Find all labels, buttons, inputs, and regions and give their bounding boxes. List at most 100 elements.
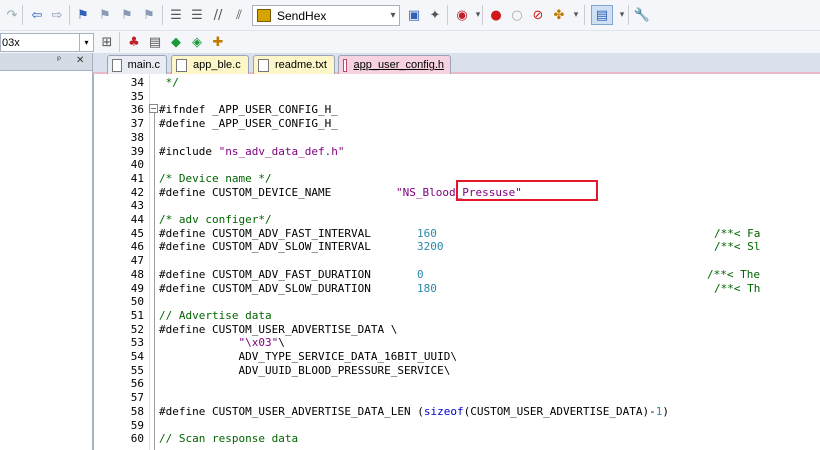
code-token: (CUSTOM_USER_ADVERTISE_DATA)- <box>463 404 656 418</box>
code-token: // Scan response data <box>159 432 299 446</box>
next-bookmark-icon[interactable]: ⚑ <box>117 5 137 25</box>
code-token: #include <box>159 144 219 158</box>
tab-readme-txt[interactable]: readme.txt <box>253 55 335 74</box>
indent-icon[interactable]: ☰ <box>166 5 186 25</box>
line-number: 45 <box>130 226 144 240</box>
code-token: \ <box>278 336 285 350</box>
macro-value: 160 <box>417 226 437 240</box>
tools-wrench-icon[interactable]: 🔧 <box>632 5 652 25</box>
configure-icon[interactable]: ✦ <box>425 5 445 25</box>
target-dropdown-icon: ▾ <box>79 34 93 51</box>
target-select[interactable]: 03x ▾ <box>0 33 94 52</box>
code-line[interactable]: 48 #define CUSTOM_ADV_FAST_DURATION 0 /**< … <box>94 268 820 282</box>
breakpoint-icon[interactable]: ● <box>486 5 506 25</box>
manage-project-icon[interactable]: ▤ <box>145 32 165 52</box>
code-line[interactable]: 38 <box>94 131 820 145</box>
tab-app-user-config-h[interactable]: app_user_config.h <box>338 55 451 74</box>
kill-breakpoints-icon[interactable]: ⊘ <box>528 5 548 25</box>
highlight-annotation-box <box>456 180 598 201</box>
send-combo[interactable]: SendHex <box>252 5 400 26</box>
code-line[interactable]: 57 <box>94 391 820 405</box>
code-token: ) <box>662 404 669 418</box>
code-line[interactable]: 50 <box>94 295 820 309</box>
line-number: 34 <box>130 76 144 89</box>
pack-installer-icon[interactable]: ♣ <box>124 32 144 52</box>
code-line[interactable]: 35 <box>94 90 820 104</box>
code-token: "ns_adv_data_def.h" <box>218 144 345 158</box>
line-number: 40 <box>130 158 144 172</box>
comment-icon[interactable]: // <box>208 5 228 25</box>
code-line[interactable]: 55 ADV_UUID_BLOOD_PRESSURE_SERVICE\ <box>94 364 820 378</box>
code-text: // Scan response data <box>159 432 298 446</box>
uncomment-icon[interactable]: ⫽ <box>229 5 249 25</box>
clear-bookmarks-icon[interactable]: ⚑ <box>139 5 159 25</box>
manage-components-icon[interactable]: ✚ <box>208 32 228 52</box>
code-line[interactable]: 53 "\x03"\ <box>94 336 820 350</box>
code-line[interactable]: 56 <box>94 377 820 391</box>
navigate-forward-icon[interactable]: ⇨ <box>47 5 67 25</box>
editor-tabs: main.c app_ble.c readme.txt app_user_con… <box>93 53 820 74</box>
navigate-back-icon[interactable]: ⇦ <box>27 5 47 25</box>
trace-dropdown-icon[interactable]: ▾ <box>566 5 586 25</box>
code-line[interactable]: 51 // Advertise data <box>94 309 820 323</box>
file-icon <box>112 58 122 72</box>
code-line[interactable]: 60 // Scan response data <box>94 432 820 446</box>
line-number: 49 <box>130 281 144 295</box>
ide-window: ↷ ⇦ ⇨ ⚑ ⚑ ⚑ ⚑ ☰ ☰ // ⫽ SendHex ▾ ▣ ✦ ◉ ▾… <box>0 0 820 450</box>
code-line[interactable]: 58 #define CUSTOM_USER_ADVERTISE_DATA_LEN… <box>94 405 820 419</box>
code-text: ADV_UUID_BLOOD_PRESSURE_SERVICE\ <box>159 364 450 378</box>
code-line[interactable]: 45 #define CUSTOM_ADV_FAST_INTERVAL 160 /**… <box>94 227 820 241</box>
layout-dropdown-icon[interactable]: ▾ <box>612 5 632 25</box>
combo-dropdown-icon[interactable]: ▾ <box>383 5 403 25</box>
unindent-icon[interactable]: ☰ <box>187 5 207 25</box>
line-number: 39 <box>130 144 144 158</box>
line-number: 43 <box>130 199 144 213</box>
close-panel-icon[interactable]: ✕ <box>76 55 84 66</box>
tab-main-c[interactable]: main.c <box>107 55 167 74</box>
find-icon[interactable]: ▣ <box>404 5 424 25</box>
code-line[interactable]: 59 <box>94 419 820 433</box>
code-token: // Advertise data <box>159 308 272 322</box>
code-line[interactable]: 46 #define CUSTOM_ADV_SLOW_INTERVAL 3200 /*… <box>94 240 820 254</box>
macro-value: 180 <box>417 281 437 295</box>
code-line[interactable]: 36 #ifndef _APP_USER_CONFIG_H_ <box>94 103 820 117</box>
select-software-packs-icon[interactable]: ◆ <box>166 32 186 52</box>
code-token: ADV_TYPE_SERVICE_DATA_16BIT_UUID\ <box>159 350 458 363</box>
code-line[interactable]: 44 /* adv configer*/ <box>94 213 820 227</box>
code-line[interactable]: 54 ADV_TYPE_SERVICE_DATA_16BIT_UUID\ <box>94 350 820 364</box>
tab-app-ble-c[interactable]: app_ble.c <box>171 55 249 74</box>
code-text: "\x03"\ <box>159 336 285 350</box>
code-line[interactable]: 43 <box>94 199 820 213</box>
manage-run-time-icon[interactable]: ◈ <box>187 32 207 52</box>
redo-icon[interactable]: ↷ <box>2 5 22 25</box>
code-line[interactable]: 49 #define CUSTOM_ADV_SLOW_DURATION 180 /**… <box>94 282 820 296</box>
window-layout-icon[interactable]: ▤ <box>591 5 613 25</box>
debug-dropdown-icon[interactable]: ▾ <box>468 5 488 25</box>
code-line[interactable]: 37 #define _APP_USER_CONFIG_H_ <box>94 117 820 131</box>
code-editor[interactable]: − 34 */35 36 #ifndef _APP_USER_CONFIG_H_ 37… <box>93 74 820 450</box>
line-number: 37 <box>130 117 144 131</box>
code-line[interactable]: 39 #include "ns_adv_data_def.h" <box>94 145 820 159</box>
code-token: #define CUSTOM_USER_ADVERTISE_DATA \ <box>159 322 398 336</box>
line-number: 46 <box>130 240 144 254</box>
insert-bookmark-icon[interactable]: ⚑ <box>73 5 93 25</box>
line-number: 55 <box>130 363 144 377</box>
code-text: /* Device name */ <box>159 172 272 186</box>
code-text: #include "ns_adv_data_def.h" <box>159 145 344 159</box>
line-number: 51 <box>130 308 144 322</box>
code-line[interactable]: 52 #define CUSTOM_USER_ADVERTISE_DATA \ <box>94 323 820 337</box>
code-line[interactable]: 47 <box>94 254 820 268</box>
code-line[interactable]: 40 <box>94 158 820 172</box>
previous-bookmark-icon[interactable]: ⚑ <box>95 5 115 25</box>
pin-icon[interactable]: ᵖ <box>57 55 61 66</box>
code-token: */ <box>159 76 179 89</box>
options-icon[interactable]: ⊞ <box>97 32 117 52</box>
disable-breakpoint-icon[interactable]: ○ <box>507 5 527 25</box>
code-token: /* Device name */ <box>159 171 272 185</box>
code-text: #define CUSTOM_ADV_FAST_INTERVAL <box>159 227 371 241</box>
code-text: */ <box>159 76 179 90</box>
macro-value: 3200 <box>417 240 444 254</box>
file-icon <box>343 58 348 72</box>
code-line[interactable]: 34 */ <box>94 76 820 90</box>
